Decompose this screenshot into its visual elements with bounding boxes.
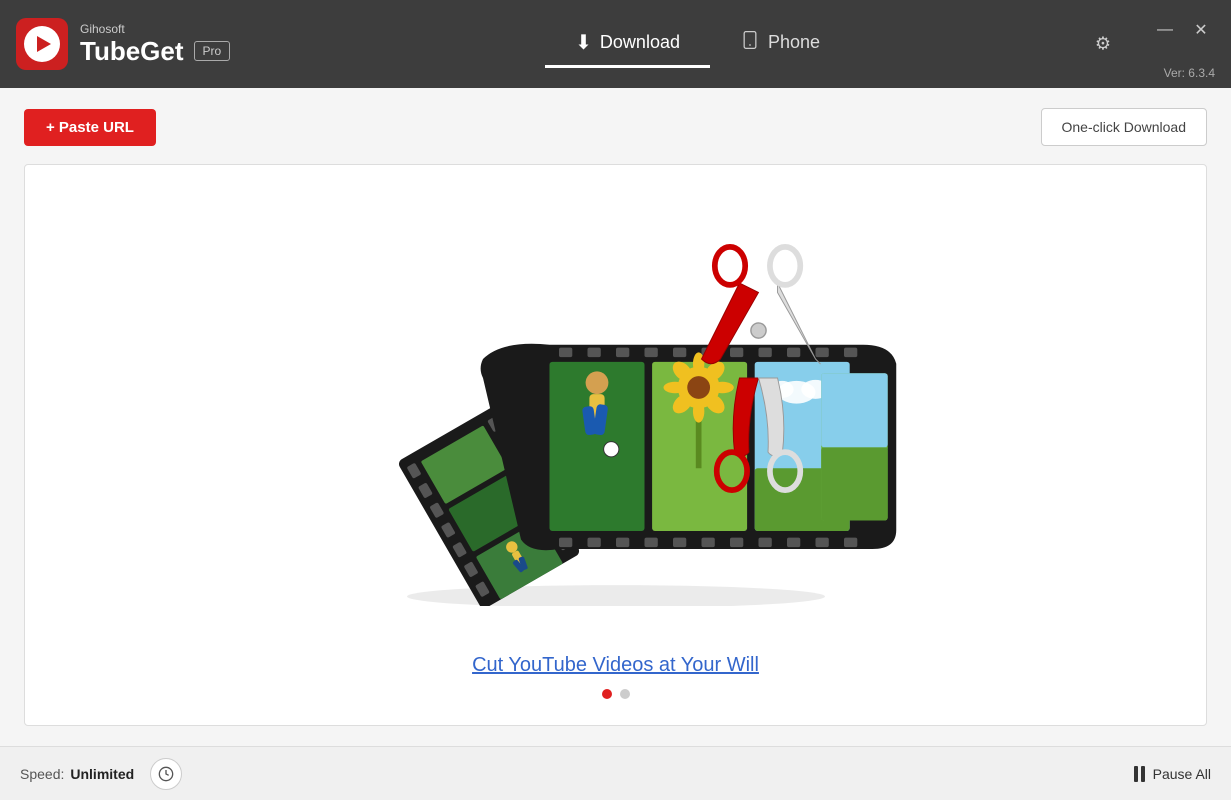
history-button[interactable]: [150, 758, 182, 790]
close-button[interactable]: ✕: [1187, 16, 1215, 44]
speed-label: Speed:: [20, 766, 64, 782]
play-icon: [37, 36, 51, 52]
pause-all-label: Pause All: [1153, 766, 1211, 782]
content-area: Cut YouTube Videos at Your Will: [24, 164, 1207, 726]
toolbar-row: + Paste URL One-click Download: [24, 108, 1207, 146]
app-name: TubeGet: [80, 36, 184, 67]
illustration-container: [25, 166, 1206, 666]
download-tab-icon: ⬇: [575, 30, 592, 55]
app-logo-inner: [24, 26, 60, 62]
main-content: + Paste URL One-click Download: [0, 88, 1231, 746]
tab-phone-label: Phone: [768, 32, 820, 53]
speed-info: Speed: Unlimited: [20, 758, 182, 790]
settings-button[interactable]: ⚙: [1095, 34, 1111, 55]
one-click-download-button[interactable]: One-click Download: [1041, 108, 1208, 146]
bottom-bar: Speed: Unlimited Pause All: [0, 746, 1231, 800]
title-bar: Gihosoft TubeGet Pro ⬇ Download Phone ⚙ …: [0, 0, 1231, 88]
pause-bar-right: [1141, 766, 1145, 782]
tab-download[interactable]: ⬇ Download: [545, 20, 710, 68]
slide-dot-2[interactable]: [620, 689, 630, 699]
slide-dot-1[interactable]: [602, 689, 612, 699]
paste-url-button[interactable]: + Paste URL: [24, 109, 156, 146]
slide-dots: [472, 689, 759, 699]
minimize-button[interactable]: —: [1151, 16, 1179, 44]
pause-all-group[interactable]: Pause All: [1134, 766, 1211, 782]
app-logo: [16, 18, 68, 70]
speed-value: Unlimited: [70, 766, 134, 782]
pause-bar-left: [1134, 766, 1138, 782]
pause-icon: [1134, 766, 1145, 782]
nav-tabs: ⬇ Download Phone: [180, 20, 1215, 69]
phone-tab-icon: [740, 30, 760, 56]
history-icon: [158, 766, 174, 782]
tab-phone[interactable]: Phone: [710, 20, 850, 69]
version-label: Ver: 6.3.4: [1164, 66, 1215, 80]
film-strip-illustration: [306, 226, 926, 606]
tab-download-label: Download: [600, 32, 680, 53]
window-controls: — ✕: [1151, 16, 1215, 44]
